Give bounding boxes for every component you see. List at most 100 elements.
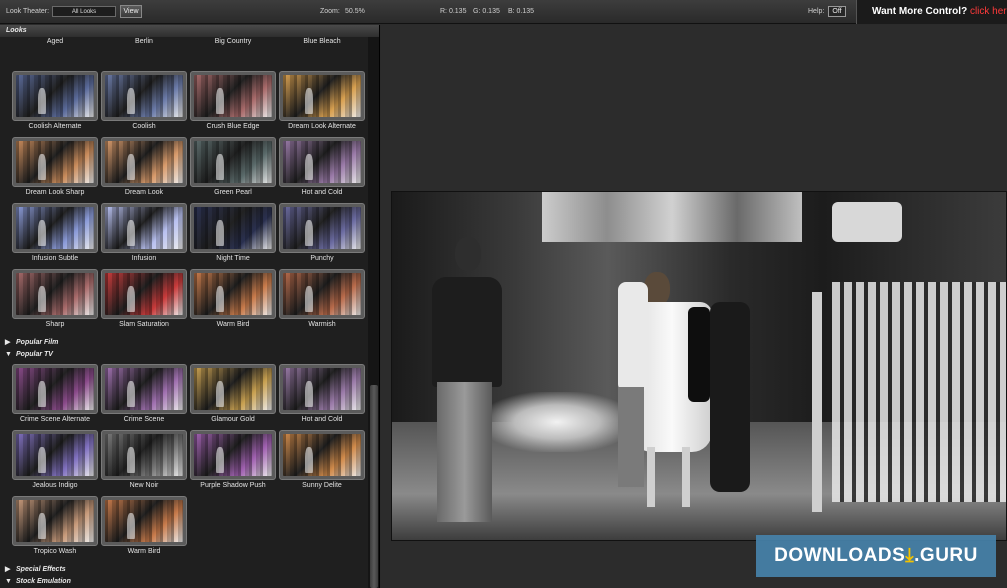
look-item[interactable]: Warmish <box>279 269 365 331</box>
look-item[interactable]: Aged <box>12 37 98 48</box>
look-caption: Coolish <box>132 123 156 130</box>
preview-image[interactable] <box>391 191 1007 541</box>
look-item[interactable]: Glamour Gold <box>190 364 276 426</box>
look-item[interactable]: New Noir <box>101 430 187 492</box>
look-item[interactable]: Blue Bleach <box>279 37 365 48</box>
look-thumbnail[interactable] <box>279 71 365 121</box>
look-item[interactable]: Jealous Indigo <box>12 430 98 492</box>
look-item[interactable]: Crime Scene Alternate <box>12 364 98 426</box>
look-item[interactable]: Warm Bird <box>101 496 187 558</box>
look-thumbnail[interactable] <box>279 430 365 480</box>
look-thumbnail[interactable] <box>279 203 365 253</box>
look-item[interactable]: Punchy <box>279 203 365 265</box>
look-thumbnail-image <box>16 500 94 542</box>
look-item[interactable]: Berlin <box>101 37 187 48</box>
promo-banner[interactable]: Want More Control? click her <box>856 0 1007 24</box>
look-thumbnail[interactable] <box>101 430 187 480</box>
look-thumbnail[interactable] <box>12 269 98 319</box>
look-thumbnail[interactable] <box>101 137 187 187</box>
look-thumbnail[interactable] <box>279 364 365 414</box>
look-caption: Green Pearl <box>214 189 252 196</box>
look-caption: Blue Bleach <box>303 38 341 45</box>
look-thumbnail-image <box>105 500 183 542</box>
look-item[interactable]: Tropico Wash <box>12 496 98 558</box>
look-thumbnail-image <box>283 434 361 476</box>
look-item[interactable]: Big Country <box>190 37 276 48</box>
zoom-label: Zoom: <box>320 8 340 15</box>
collapse-arrow-icon: ▶ <box>5 566 11 573</box>
look-item[interactable]: Crime Scene <box>101 364 187 426</box>
promo-link[interactable]: click her <box>970 6 1007 17</box>
look-item[interactable]: Green Pearl <box>190 137 276 199</box>
look-thumbnail-image <box>105 368 183 410</box>
look-caption: Dream Look Sharp <box>25 189 85 196</box>
look-item[interactable]: Crush Blue Edge <box>190 71 276 133</box>
look-thumbnail[interactable] <box>279 137 365 187</box>
look-thumbnail[interactable] <box>101 71 187 121</box>
look-item[interactable]: Dream Look <box>101 137 187 199</box>
look-thumbnail[interactable] <box>12 496 98 546</box>
section-special-effects[interactable]: ▶ Special Effects <box>0 564 368 576</box>
green-readout: G: 0.135 <box>473 8 500 15</box>
look-thumbnail[interactable] <box>12 364 98 414</box>
look-caption: Infusion <box>131 255 157 262</box>
scrollbar-thumb[interactable] <box>370 385 378 588</box>
watermark-text-b: .GURU <box>914 545 978 566</box>
look-thumbnail[interactable] <box>12 203 98 253</box>
look-thumbnail-image <box>105 434 183 476</box>
look-thumbnail-image <box>16 368 94 410</box>
look-thumbnail-image <box>105 75 183 117</box>
look-item[interactable]: Purple Shadow Push <box>190 430 276 492</box>
look-thumbnail[interactable] <box>101 269 187 319</box>
section-popular-film[interactable]: ▶ Popular Film <box>0 337 368 349</box>
look-item[interactable]: Infusion Subtle <box>12 203 98 265</box>
look-thumbnail[interactable] <box>101 496 187 546</box>
look-thumbnail[interactable] <box>190 71 276 121</box>
look-item[interactable]: Infusion <box>101 203 187 265</box>
top-toolbar: Look Theater: All Looks View Zoom: 50.5%… <box>0 0 1007 24</box>
look-caption: Hot and Cold <box>301 189 343 196</box>
look-thumbnail[interactable] <box>190 203 276 253</box>
section-label: Popular TV <box>16 351 53 358</box>
looks-scrollbar[interactable] <box>368 37 379 588</box>
look-caption: Night Time <box>216 255 250 262</box>
look-thumbnail-image <box>105 141 183 183</box>
look-thumbnail[interactable] <box>12 430 98 480</box>
downloads-guru-watermark: DOWNLOADS⤓.GURU <box>756 535 996 577</box>
look-caption: Crime Scene <box>123 416 165 423</box>
look-item[interactable]: Dream Look Sharp <box>12 137 98 199</box>
look-item[interactable]: Night Time <box>190 203 276 265</box>
look-item[interactable]: Hot and Cold <box>279 137 365 199</box>
look-item[interactable]: Coolish <box>101 71 187 133</box>
help-toggle-button[interactable]: Off <box>828 6 846 17</box>
look-item[interactable]: Coolish Alternate <box>12 71 98 133</box>
look-item[interactable]: Dream Look Alternate <box>279 71 365 133</box>
look-item[interactable]: Warm Bird <box>190 269 276 331</box>
look-thumbnail[interactable] <box>279 269 365 319</box>
look-thumbnail[interactable] <box>190 269 276 319</box>
expand-arrow-icon: ▼ <box>5 351 12 358</box>
look-caption: Aged <box>46 38 64 45</box>
look-thumbnail-image <box>194 434 272 476</box>
look-caption: Crush Blue Edge <box>206 123 260 130</box>
look-thumbnail[interactable] <box>190 364 276 414</box>
look-item[interactable]: Slam Saturation <box>101 269 187 331</box>
section-popular-tv[interactable]: ▼ Popular TV <box>0 349 368 361</box>
preview-viewer <box>381 25 1007 588</box>
view-button[interactable]: View <box>120 5 142 18</box>
look-thumbnail[interactable] <box>101 364 187 414</box>
look-item[interactable]: Sunny Delite <box>279 430 365 492</box>
look-thumbnail[interactable] <box>190 137 276 187</box>
look-thumbnail[interactable] <box>190 430 276 480</box>
look-thumbnail-image <box>16 75 94 117</box>
look-thumbnail[interactable] <box>12 71 98 121</box>
section-stock-emulation[interactable]: ▼ Stock Emulation <box>0 576 368 588</box>
look-item[interactable]: Sharp <box>12 269 98 331</box>
look-filter-select[interactable]: All Looks <box>52 6 116 17</box>
look-caption: Glamour Gold <box>211 416 255 423</box>
look-item[interactable]: Hot and Cold <box>279 364 365 426</box>
look-thumbnail[interactable] <box>101 203 187 253</box>
collapse-arrow-icon: ▶ <box>5 339 11 346</box>
look-thumbnail-image <box>283 207 361 249</box>
look-thumbnail[interactable] <box>12 137 98 187</box>
